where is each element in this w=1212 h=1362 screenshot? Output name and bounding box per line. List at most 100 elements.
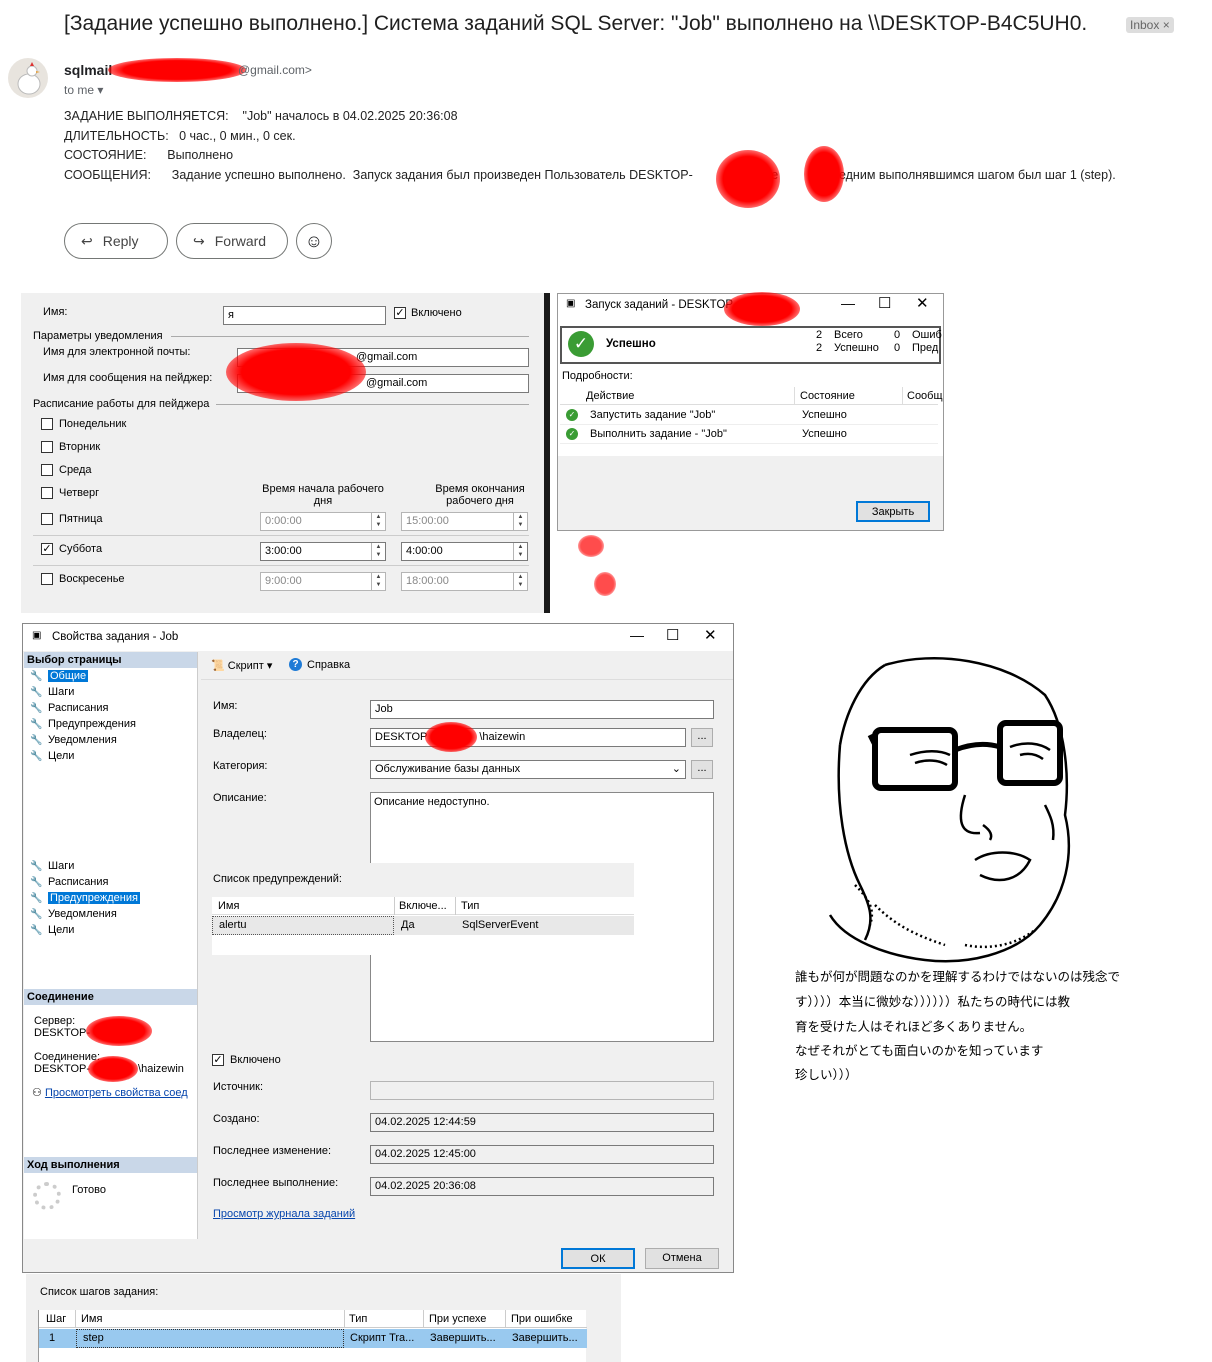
thursday-checkbox[interactable] — [41, 487, 53, 499]
nav-schedules[interactable]: 🔧 Расписания — [30, 874, 140, 890]
close-icon[interactable]: ✕ — [916, 294, 929, 312]
category-select[interactable]: Обслуживание базы данных ⌄ — [370, 760, 686, 779]
column-header[interactable]: Шаг — [46, 1313, 66, 1325]
nav-steps[interactable]: 🔧 Шаги — [30, 684, 197, 700]
saturday-start-time[interactable]: 3:00:00 ▲ ▼ — [260, 542, 386, 561]
redaction-mark — [804, 146, 844, 202]
spinner-icon[interactable]: ▲ ▼ — [513, 573, 527, 590]
divider — [216, 404, 529, 405]
saturday-label: Суббота — [59, 543, 103, 555]
status-box: ✓ Успешно 2 Всего 0 Ошиб 2 Успешно 0 Пре… — [560, 326, 942, 364]
meme-caption-line: なぜそれがとても面白いのかを知っています — [795, 1044, 1044, 1058]
reply-button[interactable]: ↩ Reply — [64, 223, 168, 259]
progress-spinner-icon — [33, 1182, 61, 1210]
enabled-checkbox[interactable]: ✓ — [394, 307, 406, 319]
tuesday-checkbox[interactable] — [41, 441, 53, 453]
recipient-line[interactable]: to me ▾ — [64, 83, 103, 97]
owner-input[interactable]: DESKTOP \haizewin — [370, 728, 686, 747]
dialog-title: Свойства задания - Job — [52, 631, 179, 643]
divider — [33, 535, 529, 536]
wednesday-checkbox[interactable] — [41, 464, 53, 476]
success-check-icon: ✓ — [566, 409, 578, 421]
nav-alerts[interactable]: 🔧 Предупреждения — [30, 890, 140, 906]
column-header[interactable]: При успехе — [429, 1313, 486, 1325]
nav-notifications[interactable]: 🔧 Уведомления — [30, 732, 197, 748]
redaction-mark — [86, 1016, 152, 1046]
table-header: Шаг Имя Тип При успехе При ошибке — [39, 1310, 587, 1328]
saturday-checkbox[interactable]: ✓ — [41, 543, 53, 555]
table-row[interactable]: ✓ Выполнить задание - "Job" Успешно — [560, 425, 938, 444]
column-header[interactable]: Имя — [218, 900, 239, 912]
spinner-icon[interactable]: ▲ ▼ — [371, 513, 385, 530]
table-row[interactable]: alertu Да SqlServerEvent — [212, 916, 634, 935]
table-row[interactable]: 1 step Скрипт Tra... Завершить... Заверш… — [39, 1329, 587, 1348]
column-header[interactable]: Сообщ — [907, 390, 943, 402]
column-header[interactable]: Тип — [349, 1313, 367, 1325]
tuesday-label: Вторник — [59, 441, 101, 453]
sunday-start-time[interactable]: 9:00:00 ▲ ▼ — [260, 572, 386, 591]
created-label: Создано: — [213, 1113, 260, 1125]
friday-start-time[interactable]: 0:00:00 ▲ ▼ — [260, 512, 386, 531]
maximize-icon[interactable]: ☐ — [666, 626, 679, 644]
emoji-reaction-button[interactable]: ☺ — [296, 223, 332, 259]
table-header: Имя Включе... Тип — [212, 897, 634, 915]
friday-end-time[interactable]: 15:00:00 ▲ ▼ — [401, 512, 528, 531]
nav-steps[interactable]: 🔧 Шаги — [30, 858, 140, 874]
ok-button[interactable]: ОК — [561, 1248, 635, 1269]
table-row[interactable]: ✓ Запустить задание "Job" Успешно — [560, 406, 938, 425]
description-label: Описание: — [213, 792, 267, 804]
forward-button[interactable]: ↪ Forward — [176, 223, 288, 259]
spinner-icon[interactable]: ▲ ▼ — [371, 573, 385, 590]
chevron-down-icon[interactable]: ▾ — [97, 83, 103, 97]
connection-label: Соединение: — [34, 1051, 101, 1063]
browse-category-button[interactable]: ... — [691, 760, 713, 779]
mail-line-job: ЗАДАНИЕ ВЫПОЛНЯЕТСЯ: "Job" началось в 04… — [64, 109, 458, 123]
column-header[interactable]: При ошибке — [511, 1313, 573, 1325]
divider — [171, 336, 529, 337]
browse-owner-button[interactable]: ... — [691, 728, 713, 747]
nav-alerts[interactable]: 🔧 Предупреждения — [30, 716, 197, 732]
column-header[interactable]: Состояние — [800, 390, 855, 402]
nav-targets[interactable]: 🔧 Цели — [30, 922, 140, 938]
nav-schedules[interactable]: 🔧 Расписания — [30, 700, 197, 716]
minimize-icon[interactable]: — — [841, 295, 855, 311]
status-cell: Успешно — [802, 428, 847, 440]
minimize-icon[interactable]: — — [630, 627, 644, 643]
spinner-icon[interactable]: ▲ ▼ — [513, 513, 527, 530]
owner-label: Владелец: — [213, 728, 267, 740]
job-enabled-checkbox[interactable]: ✓ — [212, 1054, 224, 1066]
sunday-checkbox[interactable] — [41, 573, 53, 585]
connection-icon: ⚇ — [32, 1087, 42, 1099]
column-header[interactable]: Включе... — [399, 900, 447, 912]
cancel-button[interactable]: Отмена — [645, 1248, 719, 1269]
column-header[interactable]: Тип — [461, 900, 479, 912]
maximize-icon[interactable]: ☐ — [878, 294, 891, 312]
view-connection-properties[interactable]: ⚇ Просмотреть свойства соед — [32, 1086, 188, 1099]
nav-notifications[interactable]: 🔧 Уведомления — [30, 906, 140, 922]
divider — [544, 293, 550, 613]
close-button[interactable]: Закрыть — [856, 501, 930, 522]
redaction-mark — [108, 58, 246, 82]
nav-targets[interactable]: 🔧 Цели — [30, 748, 197, 764]
view-job-history-link[interactable]: Просмотр журнала заданий — [213, 1208, 355, 1220]
notify-group-label: Параметры уведомления — [33, 330, 163, 342]
operator-name-input[interactable]: я — [223, 306, 386, 325]
help-button[interactable]: Справка — [307, 659, 350, 671]
nav-general[interactable]: 🔧 Общие — [30, 668, 197, 684]
script-button[interactable]: 📜 Скрипт ▾ — [211, 659, 272, 672]
monday-checkbox[interactable] — [41, 418, 53, 430]
spinner-icon[interactable]: ▲ ▼ — [371, 543, 385, 560]
sunday-end-time[interactable]: 18:00:00 ▲ ▼ — [401, 572, 528, 591]
saturday-end-time[interactable]: 4:00:00 ▲ ▼ — [401, 542, 528, 561]
help-icon[interactable]: ? — [289, 658, 302, 671]
close-icon[interactable]: ✕ — [704, 626, 717, 644]
alerts-list-label: Список предупреждений: — [213, 873, 342, 885]
inbox-label-badge[interactable]: Inbox × — [1126, 17, 1174, 33]
job-name-input[interactable]: Job — [370, 700, 714, 719]
friday-checkbox[interactable] — [41, 513, 53, 525]
redaction-mark — [578, 535, 604, 557]
column-header[interactable]: Имя — [81, 1313, 102, 1325]
column-header[interactable]: Действие — [586, 390, 634, 402]
meme-face-drawing — [815, 655, 1085, 965]
spinner-icon[interactable]: ▲ ▼ — [513, 543, 527, 560]
